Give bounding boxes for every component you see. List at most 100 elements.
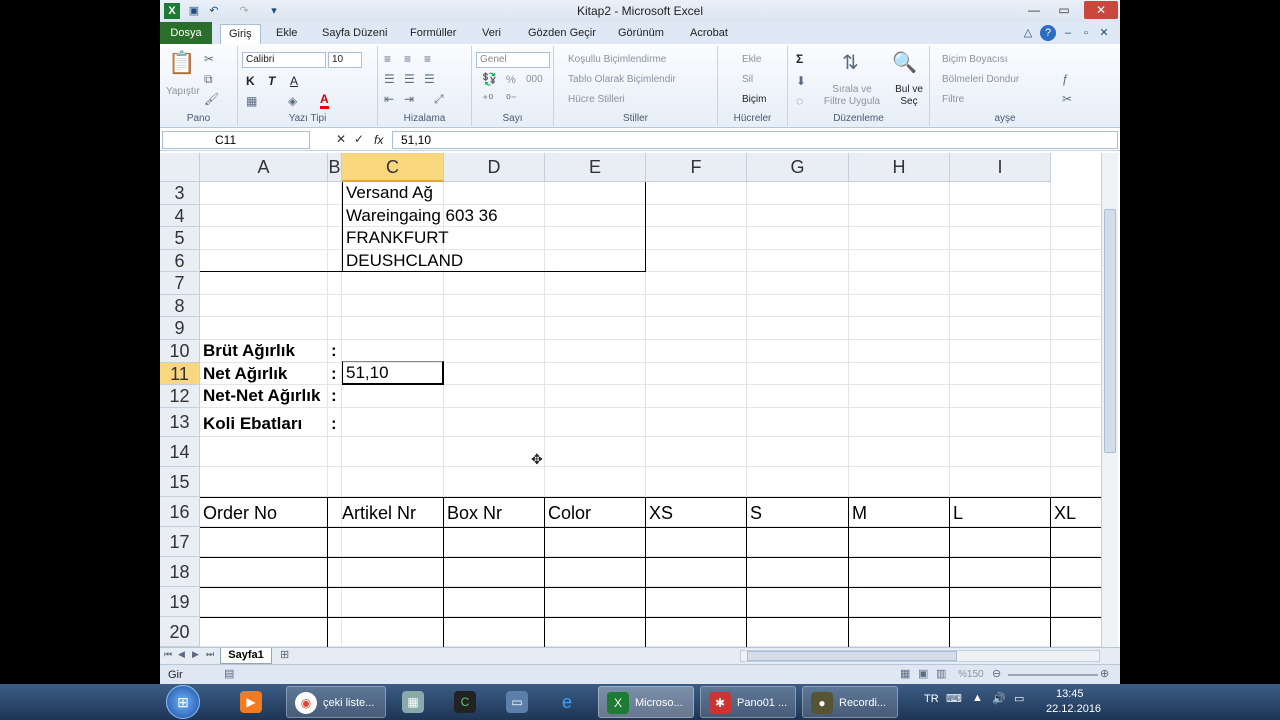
borders-icon[interactable]: ▦ [246, 94, 257, 108]
taskbar-chrome[interactable]: ◉ çeki liste... [286, 686, 386, 718]
cut-small-icon[interactable]: ✂ [1062, 92, 1072, 106]
keyboard-icon[interactable]: ⌨ [946, 692, 962, 705]
cell-a12[interactable]: Net-Net Ağırlık [200, 386, 320, 406]
horizontal-scroll-thumb[interactable] [747, 651, 957, 661]
header-order-no[interactable]: Order No [200, 503, 277, 524]
column-header-g[interactable]: G [747, 153, 849, 182]
row-header-5[interactable]: 5 [160, 227, 200, 250]
header-l[interactable]: L [950, 503, 963, 524]
header-color[interactable]: Color [545, 503, 591, 524]
macro-record-icon[interactable]: ▤ [224, 667, 234, 680]
cell-c4[interactable]: Wareingaing 603 36 [343, 206, 498, 226]
cell-b12[interactable]: : [328, 386, 337, 406]
cancel-entry-icon[interactable]: ✕ [336, 132, 346, 146]
align-middle-icon[interactable]: ≡ [404, 52, 411, 66]
cut-icon[interactable]: ✂ [204, 52, 214, 66]
cell-a10[interactable]: Brüt Ağırlık [200, 341, 295, 361]
row-header-14[interactable]: 14 [160, 437, 200, 467]
row-header-8[interactable]: 8 [160, 295, 200, 317]
cell-a13[interactable]: Koli Ebatları [200, 414, 302, 434]
tab-formulas[interactable]: Formüller [410, 26, 456, 44]
column-header-i[interactable]: I [950, 153, 1051, 182]
delete-cells-button[interactable]: Sil [742, 74, 753, 85]
clear-icon[interactable]: ◌ [796, 94, 803, 108]
decrease-decimal-icon[interactable]: ⁰⁻ [506, 92, 517, 106]
tab-acrobat[interactable]: Acrobat [690, 26, 728, 44]
tab-view[interactable]: Görünüm [618, 26, 664, 44]
outdent-icon[interactable]: ⇥ [404, 92, 414, 106]
italic-button[interactable]: T [268, 74, 275, 88]
row-header-11[interactable]: 11 [160, 363, 200, 385]
column-header-e[interactable]: E [545, 153, 646, 182]
language-indicator[interactable]: TR [924, 693, 939, 705]
next-sheet-icon[interactable]: ▶ [192, 649, 199, 660]
paste-button[interactable]: Yapıştır [166, 86, 200, 97]
fill-icon[interactable]: ⬇ [796, 74, 806, 88]
row-header-13[interactable]: 13 [160, 408, 200, 437]
insert-function-button[interactable]: fx [374, 133, 383, 147]
row-header-12[interactable]: 12 [160, 385, 200, 408]
prev-sheet-icon[interactable]: ◀ [178, 649, 185, 660]
cell-a11[interactable]: Net Ağırlık [200, 364, 287, 384]
taskbar-calculator[interactable]: ▦ [394, 686, 434, 718]
row-header-20[interactable]: 20 [160, 617, 200, 647]
taskbar-network[interactable]: ▭ [498, 686, 538, 718]
align-bottom-icon[interactable]: ≡ [424, 52, 431, 66]
find-select-button[interactable]: Bul ve Seç [892, 84, 926, 108]
row-header-19[interactable]: 19 [160, 587, 200, 617]
tab-home[interactable]: Giriş [220, 24, 261, 44]
format-painter-button[interactable]: Biçim Boyacısı [942, 54, 1008, 65]
insert-sheet-icon[interactable]: ⊞ [280, 648, 289, 661]
row-header-10[interactable]: 10 [160, 340, 200, 363]
row-header-6[interactable]: 6 [160, 250, 200, 272]
clock-time[interactable]: 13:45 [1056, 688, 1084, 700]
sort-filter-button[interactable]: Sırala ve Filtre Uygula [820, 84, 884, 108]
font-name-combo[interactable]: Calibri [242, 52, 326, 68]
row-header-18[interactable]: 18 [160, 557, 200, 587]
align-center-icon[interactable]: ☰ [404, 72, 415, 86]
column-header-c[interactable]: C [342, 153, 444, 182]
name-box[interactable]: C11 [162, 131, 310, 149]
tab-insert[interactable]: Ekle [276, 26, 297, 44]
help-icon[interactable]: ? [1040, 25, 1056, 41]
font-color-icon[interactable]: A [320, 92, 329, 109]
indent-icon[interactable]: ⇤ [384, 92, 394, 106]
header-xs[interactable]: XS [646, 503, 673, 524]
currency-icon[interactable]: 💱 [482, 72, 497, 86]
align-top-icon[interactable]: ≡ [384, 52, 391, 66]
format-cells-button[interactable]: Biçim [742, 94, 766, 105]
zoom-level[interactable]: %150 [958, 669, 984, 680]
column-header-h[interactable]: H [849, 153, 950, 182]
filter-button[interactable]: Filtre [942, 94, 964, 105]
conditional-formatting-button[interactable]: Koşullu Biçimlendirme [568, 54, 666, 65]
number-format-combo[interactable]: Genel [476, 52, 550, 68]
cell-b13[interactable]: : [328, 414, 337, 434]
find-select-icon[interactable]: 🔍 [892, 50, 917, 75]
format-as-table-button[interactable]: Tablo Olarak Biçimlendir [568, 74, 676, 85]
zoom-out-icon[interactable]: ⊖ [992, 667, 1001, 680]
tab-data[interactable]: Veri [482, 26, 501, 44]
last-sheet-icon[interactable]: ⏭ [206, 649, 214, 660]
percent-button[interactable]: % [506, 74, 516, 86]
row-header-17[interactable]: 17 [160, 527, 200, 557]
orientation-icon[interactable]: ⤢ [434, 92, 444, 107]
sheet-tab-sayfa1[interactable]: Sayfa1 [220, 648, 272, 664]
cell-b10[interactable]: : [328, 341, 337, 361]
font-size-combo[interactable]: 10 [328, 52, 362, 68]
cell-c3[interactable]: Versand Ağ [343, 183, 433, 203]
horizontal-scrollbar[interactable] [740, 650, 1100, 662]
select-all-corner[interactable] [160, 153, 200, 182]
comma-button[interactable]: 000 [526, 74, 543, 85]
taskbar-media-player[interactable]: ▶ [232, 686, 276, 718]
paste-icon[interactable]: 📋 [168, 50, 196, 78]
normal-view-icon[interactable]: ▦ [900, 667, 910, 680]
column-header-d[interactable]: D [444, 153, 545, 182]
taskbar-ccleaner[interactable]: C [446, 686, 486, 718]
taskbar-pano[interactable]: ✱ Pano01 ... [700, 686, 796, 718]
freeze-panes-button[interactable]: Bölmeleri Dondur [942, 74, 1019, 85]
vertical-scroll-thumb[interactable] [1104, 209, 1116, 453]
doc-minimize-icon[interactable]: – [1060, 25, 1076, 41]
header-s[interactable]: S [747, 503, 762, 524]
sort-filter-icon[interactable]: ⇅ [842, 50, 859, 75]
worksheet-grid[interactable]: ABCDEFGHI 3 4 5 6 7 8 9 10 11 12 13 14 15 16 17 18 19 20 … [160, 153, 1120, 647]
